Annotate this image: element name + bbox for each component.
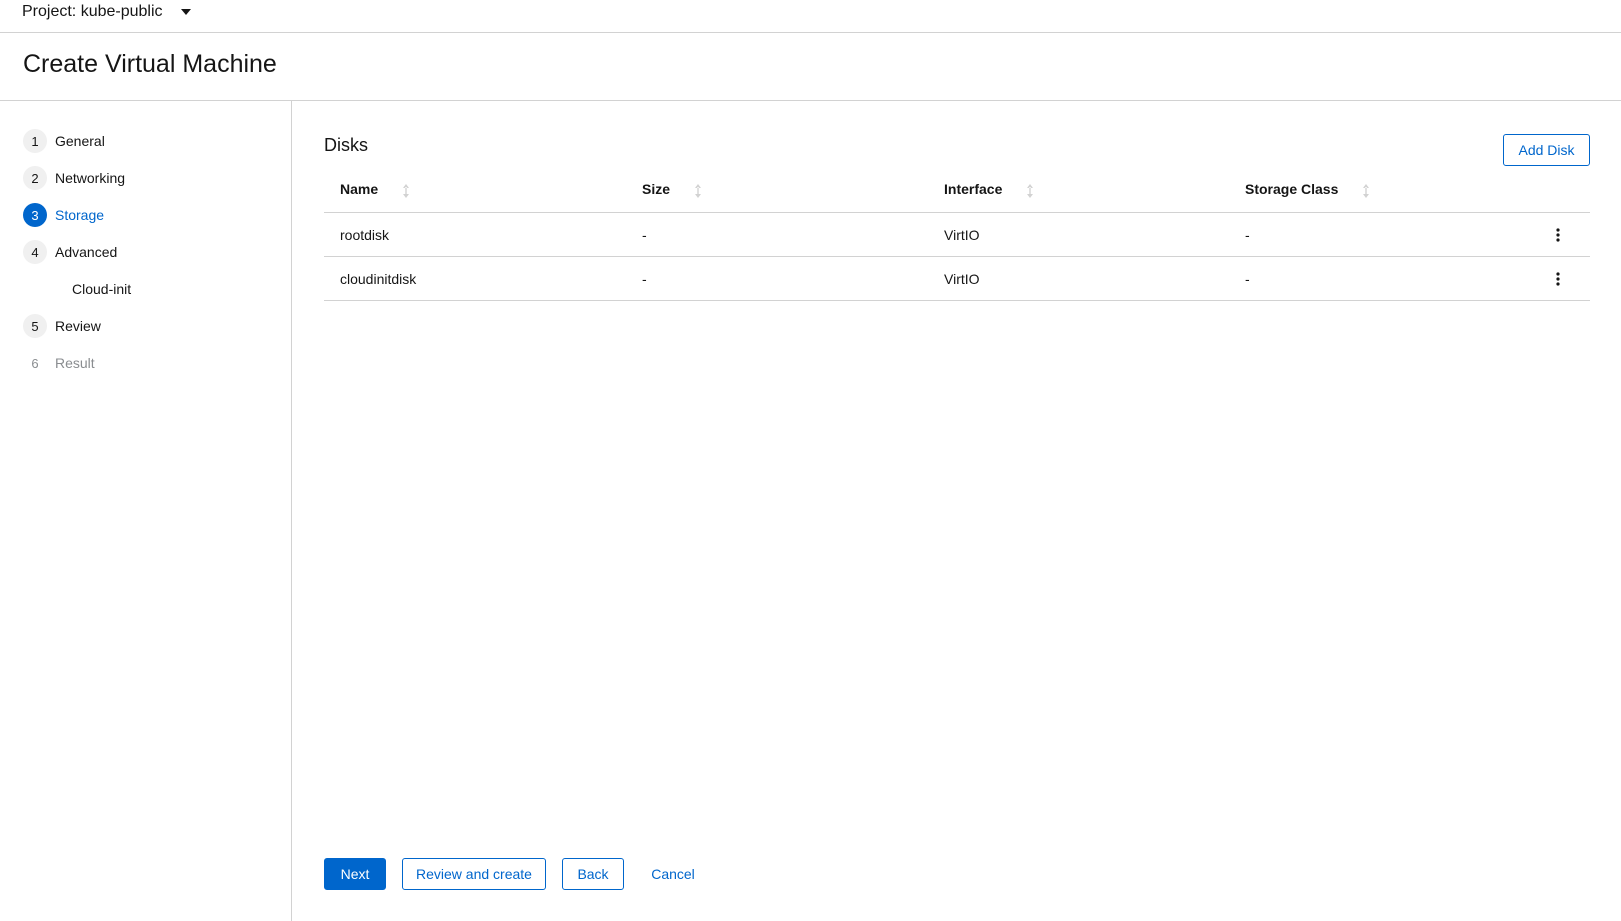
step-label: Result <box>55 355 95 371</box>
wizard-step-general[interactable]: 1 General <box>23 129 105 153</box>
step-number: 4 <box>23 240 47 264</box>
wizard-step-result: 6 Result <box>23 351 95 375</box>
step-label: Cloud-init <box>72 281 132 297</box>
disk-size-cell: - <box>626 256 928 301</box>
disk-interface-cell: VirtIO <box>928 212 1229 257</box>
wizard-nav: 1 General 2 Networking 3 Storage 4 Advan… <box>0 101 292 921</box>
step-number: 6 <box>31 355 39 371</box>
column-header-actions <box>1530 168 1590 213</box>
disk-interface-cell: VirtIO <box>928 256 1229 301</box>
step-label: Networking <box>55 170 126 186</box>
sort-icon <box>1027 183 1034 198</box>
sort-icon <box>1363 183 1370 198</box>
step-number: 2 <box>23 166 47 190</box>
project-bar: Project: kube-public <box>0 0 1621 33</box>
wizard-substep-cloud-init[interactable]: Cloud-init <box>72 277 131 301</box>
column-header-storage-class[interactable]: Storage Class <box>1229 168 1530 213</box>
table-header-row: Name Size Interface Storage Class <box>324 168 1590 213</box>
wizard-step-storage[interactable]: 3 Storage <box>23 203 104 227</box>
disk-name-cell: rootdisk <box>324 212 626 257</box>
add-disk-button[interactable]: Add Disk <box>1503 134 1590 166</box>
column-header-size[interactable]: Size <box>626 168 928 213</box>
step-number: 1 <box>23 129 47 153</box>
wizard-step-review[interactable]: 5 Review <box>23 314 101 338</box>
wizard-step-advanced[interactable]: 4 Advanced <box>23 240 117 264</box>
column-header-interface[interactable]: Interface <box>928 168 1229 213</box>
disks-title: Disks <box>324 135 368 155</box>
step-label: General <box>55 133 105 149</box>
table-row: cloudinitdisk - VirtIO - <box>324 256 1590 301</box>
caret-down-icon <box>180 9 191 15</box>
wizard-step-networking[interactable]: 2 Networking <box>23 166 125 190</box>
project-label: Project: kube-public <box>22 3 163 20</box>
step-label: Advanced <box>55 244 118 260</box>
step-label: Review <box>55 318 101 334</box>
step-number: 5 <box>23 314 47 338</box>
step-label: Storage <box>55 207 105 223</box>
cancel-button[interactable]: Cancel <box>638 858 708 890</box>
row-actions-cell <box>1530 256 1590 301</box>
disk-size-cell: - <box>626 212 928 257</box>
storage-step-content: Disks Add Disk Name Size Interface Stora… <box>292 101 1621 921</box>
disks-table: Name Size Interface Storage Class rootdi… <box>324 168 1590 301</box>
sort-icon <box>403 183 410 198</box>
step-number: 3 <box>23 203 47 227</box>
back-button[interactable]: Back <box>562 858 624 890</box>
disk-storage-class-cell: - <box>1229 256 1530 301</box>
page-header: Create Virtual Machine <box>0 33 1621 101</box>
table-row: rootdisk - VirtIO - <box>324 212 1590 257</box>
project-selector[interactable]: Project: kube-public <box>22 0 191 24</box>
disk-storage-class-cell: - <box>1229 212 1530 257</box>
page-title: Create Virtual Machine <box>23 50 277 78</box>
sort-icon <box>694 183 701 198</box>
disk-name-cell: cloudinitdisk <box>324 256 626 301</box>
column-header-name[interactable]: Name <box>324 168 626 213</box>
kebab-menu-icon[interactable] <box>1546 267 1570 291</box>
review-and-create-button[interactable]: Review and create <box>402 858 546 890</box>
kebab-menu-icon[interactable] <box>1546 223 1570 247</box>
next-button[interactable]: Next <box>324 858 386 890</box>
row-actions-cell <box>1530 212 1590 257</box>
